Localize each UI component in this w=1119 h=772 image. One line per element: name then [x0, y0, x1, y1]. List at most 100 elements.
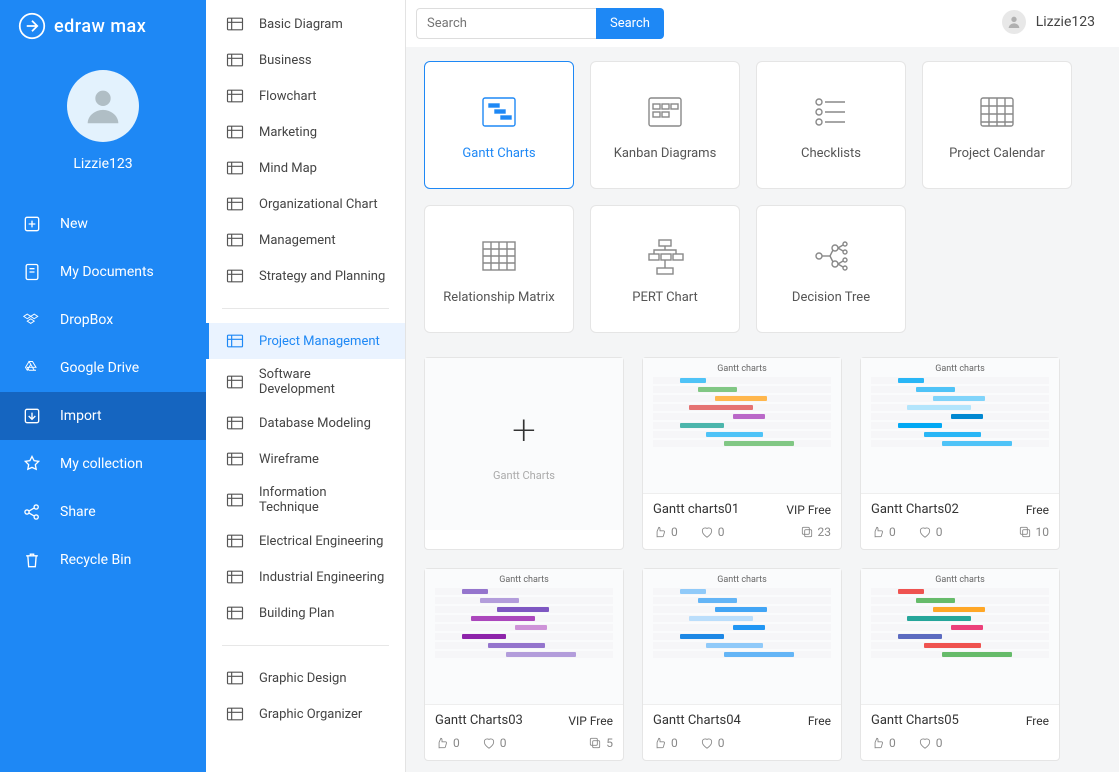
- category-icon: [225, 668, 245, 688]
- template-thumbnail: Gantt charts: [861, 358, 1059, 494]
- category-item[interactable]: Strategy and Planning: [206, 258, 405, 294]
- template-thumbnail: Gantt charts: [861, 569, 1059, 705]
- logo-icon: [18, 12, 46, 40]
- google-drive-icon: [22, 358, 42, 378]
- template-stats: 0 0 5: [425, 732, 623, 760]
- template-title: Gantt Charts03: [435, 713, 523, 728]
- type-card[interactable]: Kanban Diagrams: [590, 61, 740, 189]
- template-card[interactable]: Gantt chartsGantt Charts04Free00: [642, 568, 842, 761]
- type-card[interactable]: Decision Tree: [756, 205, 906, 333]
- recycle-bin-icon: [22, 550, 42, 570]
- copies: 5: [588, 736, 613, 750]
- nav-item-new[interactable]: New: [0, 200, 206, 248]
- template-title: Gantt charts01: [653, 502, 739, 517]
- template-card[interactable]: Gantt chartsGantt Charts02Free0010: [860, 357, 1060, 550]
- main-area: Search Lizzie123 Gantt ChartsKanban Diag…: [406, 0, 1119, 772]
- template-stats: 0023: [643, 521, 841, 549]
- nav-item-google-drive[interactable]: Google Drive: [0, 344, 206, 392]
- nav-item-import[interactable]: Import: [0, 392, 206, 440]
- category-group-a: Basic DiagramBusinessFlowchartMarketingM…: [206, 0, 405, 300]
- nav-item-my-collection[interactable]: My collection: [0, 440, 206, 488]
- template-stats: 00: [861, 732, 1059, 760]
- category-icon: [225, 158, 245, 178]
- category-item[interactable]: Mind Map: [206, 150, 405, 186]
- type-card[interactable]: Checklists: [756, 61, 906, 189]
- category-icon: [225, 50, 245, 70]
- category-icon: [225, 266, 245, 286]
- new-template-card[interactable]: +Gantt Charts: [424, 357, 624, 550]
- template-badge: Free: [1026, 714, 1049, 728]
- category-item[interactable]: Flowchart: [206, 78, 405, 114]
- import-icon: [22, 406, 42, 426]
- type-icon: [809, 90, 853, 134]
- search-button[interactable]: Search: [596, 8, 664, 39]
- nav-item-recycle-bin[interactable]: Recycle Bin: [0, 536, 206, 584]
- category-item[interactable]: Software Development: [206, 359, 405, 405]
- type-icon: [477, 90, 521, 134]
- template-card[interactable]: Gantt chartsGantt Charts03VIP Free005: [424, 568, 624, 761]
- category-item[interactable]: Industrial Engineering: [206, 559, 405, 595]
- my-documents-icon: [22, 262, 42, 282]
- type-card[interactable]: PERT Chart: [590, 205, 740, 333]
- app-name: edraw max: [54, 16, 146, 37]
- favs: 0: [700, 736, 725, 750]
- category-item[interactable]: Building Plan: [206, 595, 405, 631]
- nav-item-dropbox[interactable]: DropBox: [0, 296, 206, 344]
- template-title: Gantt Charts05: [871, 713, 959, 728]
- category-item[interactable]: Wireframe: [206, 441, 405, 477]
- category-item[interactable]: Information Technique: [206, 477, 405, 523]
- template-badge: Free: [1026, 503, 1049, 517]
- type-card[interactable]: Gantt Charts: [424, 61, 574, 189]
- top-user[interactable]: Lizzie123: [1002, 10, 1095, 34]
- user-icon: [1006, 14, 1022, 30]
- category-icon: [225, 567, 245, 587]
- category-scroll[interactable]: Basic DiagramBusinessFlowchartMarketingM…: [206, 0, 405, 772]
- plus-icon: +: [512, 406, 536, 455]
- category-item[interactable]: Marketing: [206, 114, 405, 150]
- category-item[interactable]: Project Management: [206, 323, 405, 359]
- avatar-block[interactable]: Lizzie123: [0, 52, 206, 200]
- nav-item-my-documents[interactable]: My Documents: [0, 248, 206, 296]
- category-item[interactable]: Electrical Engineering: [206, 523, 405, 559]
- dropbox-icon: [22, 310, 42, 330]
- category-item[interactable]: Organizational Chart: [206, 186, 405, 222]
- category-item[interactable]: Business: [206, 42, 405, 78]
- search-input[interactable]: [416, 8, 596, 39]
- copies: 10: [1018, 525, 1050, 539]
- category-icon: [225, 230, 245, 250]
- nav-item-share[interactable]: Share: [0, 488, 206, 536]
- category-item[interactable]: Database Modeling: [206, 405, 405, 441]
- nav-list: NewMy DocumentsDropBoxGoogle DriveImport…: [0, 200, 206, 584]
- template-badge: VIP Free: [568, 714, 613, 728]
- template-stats: 0010: [861, 521, 1059, 549]
- sidebar-categories: Basic DiagramBusinessFlowchartMarketingM…: [206, 0, 406, 772]
- favs: 0: [918, 525, 943, 539]
- category-item[interactable]: Graphic Organizer: [206, 696, 405, 732]
- type-icon: [643, 90, 687, 134]
- category-group-b: Project ManagementSoftware DevelopmentDa…: [206, 317, 405, 637]
- category-icon: [225, 531, 245, 551]
- category-icon: [225, 603, 245, 623]
- category-icon: [225, 490, 245, 510]
- avatar: [67, 70, 139, 142]
- top-avatar: [1002, 10, 1026, 34]
- category-icon: [225, 449, 245, 469]
- sidebar-left: edraw max Lizzie123 NewMy DocumentsDropB…: [0, 0, 206, 772]
- category-icon: [225, 122, 245, 142]
- user-icon: [80, 83, 126, 129]
- category-item[interactable]: Graphic Design: [206, 660, 405, 696]
- template-badge: Free: [808, 714, 831, 728]
- type-card[interactable]: Relationship Matrix: [424, 205, 574, 333]
- template-card[interactable]: Gantt charts Gantt Charts05 Free 00: [860, 568, 1060, 761]
- category-item[interactable]: Basic Diagram: [206, 6, 405, 42]
- template-thumbnail: Gantt charts: [643, 358, 841, 494]
- category-icon: [225, 413, 245, 433]
- template-card[interactable]: Gantt chartsGantt charts01VIP Free0023: [642, 357, 842, 550]
- category-group-c: Graphic DesignGraphic Organizer: [206, 654, 405, 738]
- favs: 0: [482, 736, 507, 750]
- type-card[interactable]: Project Calendar: [922, 61, 1072, 189]
- likes: 0: [435, 736, 460, 750]
- my-collection-icon: [22, 454, 42, 474]
- likes: 0: [871, 736, 896, 750]
- category-item[interactable]: Management: [206, 222, 405, 258]
